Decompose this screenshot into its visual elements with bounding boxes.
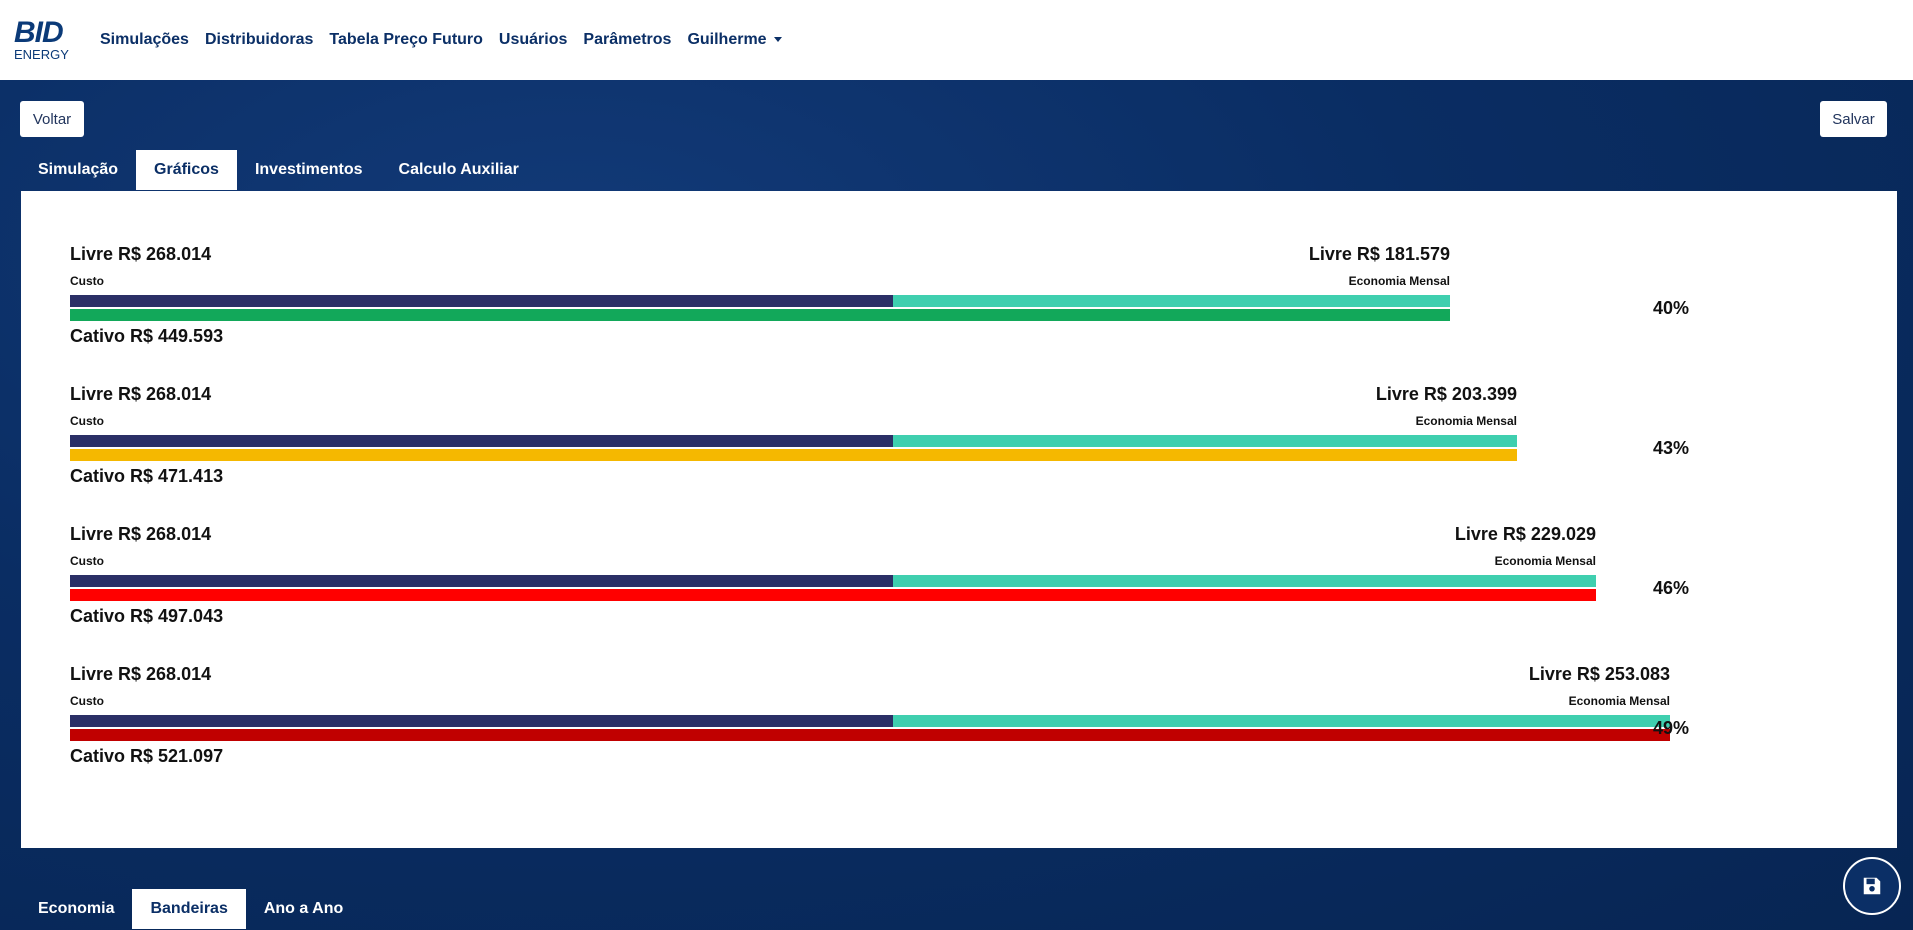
floating-save-button[interactable] bbox=[1843, 857, 1901, 915]
cativo-bar bbox=[70, 729, 1670, 741]
tab-ano-a-ano[interactable]: Ano a Ano bbox=[246, 889, 361, 929]
graficos-panel: Livre R$ 268.014 Custo Livre R$ 181.579 Eco… bbox=[21, 191, 1897, 848]
livre-custo-label: Livre R$ 268.014 bbox=[70, 244, 212, 264]
economia-mensal-label: Economia Mensal bbox=[1348, 274, 1450, 288]
livre-custo-label: Livre R$ 268.014 bbox=[70, 664, 212, 684]
custo-bar-segment bbox=[70, 575, 893, 587]
economia-bar-segment bbox=[893, 715, 1670, 727]
economia-bar-segment bbox=[893, 435, 1517, 447]
bar-row: Livre R$ 268.014 Custo Livre R$ 203.399 Eco… bbox=[70, 384, 1637, 504]
nav-simulacoes[interactable]: Simulações bbox=[100, 31, 189, 49]
custo-label: Custo bbox=[70, 274, 104, 288]
livre-custo-label: Livre R$ 268.014 bbox=[70, 384, 212, 404]
economia-mensal-label: Economia Mensal bbox=[1568, 694, 1670, 708]
bar-row: Livre R$ 268.014 Custo Livre R$ 181.579 Eco… bbox=[70, 244, 1570, 364]
bid-energy-logo[interactable]: BID ENERGY bbox=[14, 18, 74, 62]
nav-tabela-preco-futuro[interactable]: Tabela Preço Futuro bbox=[329, 31, 483, 49]
economia-mensal-label: Economia Mensal bbox=[1494, 554, 1596, 568]
livre-custo-label: Livre R$ 268.014 bbox=[70, 524, 212, 544]
back-button[interactable]: Voltar bbox=[20, 101, 84, 137]
livre-bar bbox=[70, 715, 1670, 727]
cativo-label: Cativo R$ 449.593 bbox=[70, 326, 224, 346]
economia-mensal-label: Economia Mensal bbox=[1415, 414, 1517, 428]
cativo-label: Cativo R$ 497.043 bbox=[70, 606, 224, 626]
livre-economia-label: Livre R$ 203.399 bbox=[1375, 384, 1517, 404]
save-button[interactable]: Salvar bbox=[1820, 101, 1887, 137]
cativo-bar bbox=[70, 589, 1596, 601]
custo-label: Custo bbox=[70, 554, 104, 568]
logo-bottom-text: ENERGY bbox=[14, 47, 69, 62]
economia-bar-segment bbox=[893, 575, 1596, 587]
bar-row: Livre R$ 268.014 Custo Livre R$ 229.029 Eco… bbox=[70, 524, 1716, 644]
livre-bar bbox=[70, 435, 1517, 447]
economia-bar-segment bbox=[893, 295, 1450, 307]
floppy-disk-icon bbox=[1863, 877, 1881, 895]
economia-percent: 40% bbox=[1653, 298, 1690, 318]
user-name: Guilherme bbox=[687, 31, 767, 48]
custo-bar-segment bbox=[70, 715, 893, 727]
livre-bar bbox=[70, 295, 1450, 307]
nav-links: Simulações Distribuidoras Tabela Preço F… bbox=[100, 0, 798, 80]
cativo-bar bbox=[70, 309, 1450, 321]
chevron-down-icon bbox=[773, 37, 782, 43]
economia-percent: 46% bbox=[1653, 578, 1690, 598]
economia-percent: 49% bbox=[1653, 718, 1690, 738]
custo-label: Custo bbox=[70, 414, 104, 428]
user-menu[interactable]: Guilherme bbox=[687, 31, 782, 49]
bottom-tabs: Economia Bandeiras Ano a Ano bbox=[20, 889, 361, 929]
livre-economia-label: Livre R$ 181.579 bbox=[1308, 244, 1450, 264]
livre-economia-label: Livre R$ 253.083 bbox=[1528, 664, 1670, 684]
tab-graficos[interactable]: Gráficos bbox=[136, 150, 237, 190]
custo-bar-segment bbox=[70, 435, 893, 447]
custo-label: Custo bbox=[70, 694, 104, 708]
tab-simulacao[interactable]: Simulação bbox=[20, 150, 136, 190]
nav-usuarios[interactable]: Usuários bbox=[499, 31, 567, 49]
tab-calculo-auxiliar[interactable]: Calculo Auxiliar bbox=[381, 150, 537, 190]
livre-economia-label: Livre R$ 229.029 bbox=[1454, 524, 1596, 544]
top-navbar: BID ENERGY Simulações Distribuidoras Tab… bbox=[0, 0, 1913, 80]
tab-bandeiras[interactable]: Bandeiras bbox=[132, 889, 246, 929]
cativo-label: Cativo R$ 471.413 bbox=[70, 466, 224, 486]
tab-investimentos[interactable]: Investimentos bbox=[237, 150, 381, 190]
economia-percent: 43% bbox=[1653, 438, 1690, 458]
logo-top-text: BID bbox=[14, 16, 64, 49]
cativo-label: Cativo R$ 521.097 bbox=[70, 746, 224, 766]
custo-bar-segment bbox=[70, 295, 893, 307]
bar-row: Livre R$ 268.014 Custo Livre R$ 253.083 Eco… bbox=[70, 664, 1790, 784]
cativo-bar bbox=[70, 449, 1517, 461]
top-tabs: Simulação Gráficos Investimentos Calculo… bbox=[20, 150, 537, 190]
nav-distribuidoras[interactable]: Distribuidoras bbox=[205, 31, 313, 49]
nav-parametros[interactable]: Parâmetros bbox=[583, 31, 671, 49]
tab-economia[interactable]: Economia bbox=[20, 889, 132, 929]
livre-bar bbox=[70, 575, 1596, 587]
